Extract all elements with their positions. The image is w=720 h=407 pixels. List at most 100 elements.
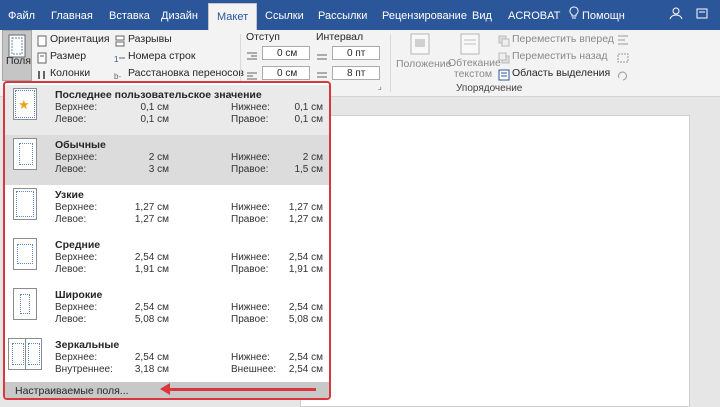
margin-label: Верхнее:	[55, 202, 98, 213]
tab-view[interactable]: Вид	[472, 0, 492, 30]
margin-preview-icon	[13, 138, 37, 170]
margin-label: Нижнее:	[231, 102, 270, 113]
margin-preview-icon	[13, 288, 37, 320]
margin-value: 2,54 см	[134, 352, 169, 363]
document-page[interactable]	[300, 115, 690, 407]
margin-preview-icon	[8, 338, 42, 370]
spacing-before-input[interactable]: 0 пт	[332, 46, 380, 60]
margin-value: 0,1 см	[140, 114, 169, 125]
user-icon[interactable]	[668, 6, 684, 22]
margin-label: Левое:	[55, 214, 87, 225]
margin-value: 0,1 см	[294, 102, 323, 113]
margin-option-normal[interactable]: Обычные Верхнее: 2 см Нижнее: 2 см Левое…	[5, 135, 329, 185]
margin-value: 0,1 см	[140, 102, 169, 113]
paragraph-dialog-launcher-icon[interactable]: ⌟	[378, 82, 382, 91]
margin-preview-icon: ★	[13, 88, 37, 120]
align-icon[interactable]	[616, 33, 630, 51]
ribbon-separator	[390, 34, 391, 92]
tab-home[interactable]: Главная	[51, 0, 93, 30]
margin-label: Нижнее:	[231, 202, 270, 213]
margin-preview-icon	[13, 238, 37, 270]
margin-label: Верхнее:	[55, 252, 98, 263]
margins-button[interactable]: Поля	[2, 30, 32, 81]
bring-forward-button[interactable]: Переместить вперед	[512, 33, 614, 45]
margin-value: 2 см	[302, 152, 323, 163]
margin-label: Внутреннее:	[55, 364, 113, 375]
tab-file[interactable]: Файл	[8, 0, 35, 30]
margin-option-narrow[interactable]: Узкие Верхнее: 1,27 см Нижнее: 1,27 см Л…	[5, 185, 329, 235]
margin-option-moderate[interactable]: Средние Верхнее: 2,54 см Нижнее: 2,54 см…	[5, 235, 329, 285]
size-button[interactable]: Размер	[50, 50, 86, 62]
selection-pane-button[interactable]: Область выделения	[512, 67, 610, 79]
margin-value: 1,91 см	[134, 264, 169, 275]
position-button[interactable]: Положение	[396, 58, 452, 70]
indent-right-input[interactable]: 0 см	[262, 66, 310, 80]
tab-insert[interactable]: Вставка	[109, 0, 150, 30]
group-icon[interactable]	[616, 51, 630, 69]
ribbon-tab-bar: Файл Главная Вставка Дизайн Макет Ссылки…	[0, 0, 720, 31]
margin-value: 2 см	[148, 152, 169, 163]
tab-references[interactable]: Ссылки	[265, 0, 304, 30]
margin-option-last-custom[interactable]: ★ Последнее пользовательское значение Ве…	[5, 85, 329, 135]
margins-label: Поля	[6, 55, 31, 67]
margin-label: Верхнее:	[55, 352, 98, 363]
position-icon	[408, 32, 432, 61]
margin-value: 3,18 см	[134, 364, 169, 375]
lightbulb-icon	[566, 6, 582, 22]
line-numbers-button[interactable]: Номера строк	[128, 50, 195, 62]
tab-tell-me[interactable]: Помощн	[582, 0, 625, 30]
margin-value: 2,54 см	[288, 364, 323, 375]
margin-value: 2,54 см	[288, 352, 323, 363]
spacing-after-input[interactable]: 8 пт	[332, 66, 380, 80]
tab-acrobat[interactable]: ACROBAT	[508, 0, 560, 30]
margin-value: 3 см	[148, 164, 169, 175]
margin-value: 2,54 см	[134, 252, 169, 263]
margin-label: Нижнее:	[231, 252, 270, 263]
tab-review[interactable]: Рецензирование	[382, 0, 467, 30]
indent-left-icon	[246, 48, 258, 66]
margin-option-mirrored[interactable]: Зеркальные Верхнее: 2,54 см Нижнее: 2,54…	[5, 335, 329, 385]
margin-value: 5,08 см	[288, 314, 323, 325]
margin-label: Правое:	[231, 164, 269, 175]
margin-label: Правое:	[231, 114, 269, 125]
send-backward-button[interactable]: Переместить назад	[512, 50, 608, 62]
margin-option-wide[interactable]: Широкие Верхнее: 2,54 см Нижнее: 2,54 см…	[5, 285, 329, 335]
star-icon: ★	[18, 97, 30, 112]
share-icon[interactable]	[694, 6, 710, 22]
wrap-text-button[interactable]: Обтекание текстом	[448, 58, 501, 80]
tab-layout[interactable]: Макет	[208, 3, 258, 31]
breaks-button[interactable]: Разрывы	[128, 33, 172, 45]
rotate-icon[interactable]	[616, 68, 630, 86]
spacing-heading: Интервал	[316, 31, 364, 43]
hyphenation-button[interactable]: Расстановка переносов	[128, 67, 244, 79]
custom-margins-label: Настраиваемые поля...	[15, 385, 129, 397]
arrange-group-label: Упорядочение	[456, 83, 523, 94]
margin-value: 1,27 см	[288, 214, 323, 225]
margin-label: Левое:	[55, 314, 87, 325]
margin-label: Левое:	[55, 164, 87, 175]
indent-left-input[interactable]: 0 см	[262, 46, 310, 60]
orientation-icon	[36, 34, 48, 52]
tab-design[interactable]: Дизайн	[161, 0, 198, 30]
bring-forward-icon	[498, 34, 510, 52]
margin-value: 5,08 см	[134, 314, 169, 325]
orientation-button[interactable]: Ориентация	[50, 33, 110, 45]
margin-option-title: Средние	[55, 239, 101, 251]
margins-dropdown: ★ Последнее пользовательское значение Ве…	[3, 81, 331, 400]
columns-button[interactable]: Колонки	[50, 67, 90, 79]
margin-value: 1,27 см	[134, 214, 169, 225]
margin-value: 2,54 см	[288, 302, 323, 313]
line-numbers-icon: 1	[114, 51, 126, 69]
margin-option-title: Узкие	[55, 189, 84, 201]
margin-label: Верхнее:	[55, 102, 98, 113]
spacing-before-icon	[316, 48, 328, 66]
margin-preview-icon	[13, 188, 37, 220]
margin-label: Верхнее:	[55, 302, 98, 313]
annotation-arrow	[166, 388, 316, 391]
margin-label: Правое:	[231, 314, 269, 325]
svg-text:b-: b-	[114, 72, 121, 81]
margin-label: Левое:	[55, 264, 87, 275]
send-backward-icon	[498, 51, 510, 69]
margin-label: Верхнее:	[55, 152, 98, 163]
tab-mailings[interactable]: Рассылки	[318, 0, 367, 30]
